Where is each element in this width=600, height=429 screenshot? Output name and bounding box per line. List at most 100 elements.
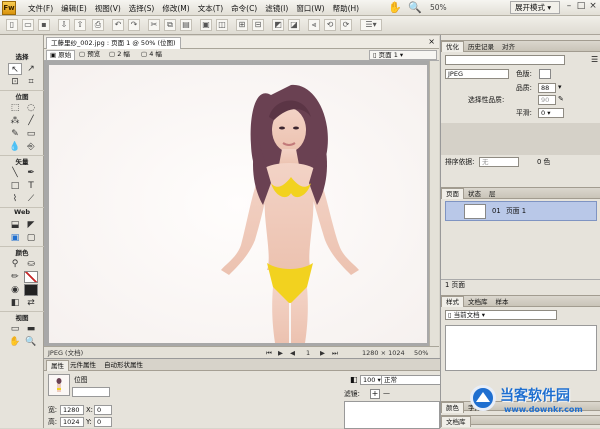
tab-autoshape-properties[interactable]: 自动形状属性 xyxy=(100,360,147,370)
crop-tool-icon[interactable]: ⌗ xyxy=(24,76,38,88)
menu-view[interactable]: 视图(V) xyxy=(91,2,125,15)
blur-tool-icon[interactable]: 💧 xyxy=(8,141,22,153)
tab-history[interactable]: 历史记录 xyxy=(464,42,498,52)
stroke-color-icon[interactable]: ✏ xyxy=(8,271,22,283)
maximize-icon[interactable]: □ xyxy=(576,2,586,12)
sort-select[interactable]: 无 xyxy=(479,157,519,167)
edit-selective-icon[interactable]: ✎ xyxy=(558,95,564,103)
menu-file[interactable]: 文件(F) xyxy=(24,2,57,15)
smoothing-select[interactable]: 0 ▾ xyxy=(538,108,564,118)
menu-help[interactable]: 帮助(H) xyxy=(329,2,364,15)
prev-frame-icon[interactable]: ◀ xyxy=(290,348,295,358)
format-select[interactable]: JPEG xyxy=(445,69,509,79)
view-tab-4up[interactable]: ▢ 4 幅 xyxy=(138,50,165,59)
menu-select[interactable]: 选择(S) xyxy=(125,2,159,15)
zoom-tool-icon[interactable]: 🔍 xyxy=(408,1,422,14)
paint-bucket-icon[interactable]: ⛀ xyxy=(24,258,38,270)
view-tab-preview[interactable]: ▢ 预览 xyxy=(76,50,103,59)
menu-filters[interactable]: 滤镜(I) xyxy=(261,2,292,15)
hand-tool-icon[interactable]: ✋ xyxy=(388,1,402,14)
play-icon[interactable]: ▶ xyxy=(278,348,283,358)
print-icon[interactable]: ⎙ xyxy=(92,19,104,31)
align-left-icon[interactable]: ⫷ xyxy=(308,19,320,31)
height-field[interactable]: 1024 xyxy=(60,417,84,427)
hotspot-tool-icon[interactable]: ⬓ xyxy=(8,219,22,231)
styles-list[interactable] xyxy=(445,325,597,371)
selective-quality-field[interactable]: 90 xyxy=(538,95,556,105)
magic-wand-icon[interactable]: ⁂ xyxy=(8,115,22,127)
ungroup-icon[interactable]: ◫ xyxy=(216,19,228,31)
pen-tool-icon[interactable]: ✒ xyxy=(24,167,38,179)
brush-tool-icon[interactable]: ╱ xyxy=(24,115,38,127)
tab-pages[interactable]: 页面 xyxy=(441,188,464,199)
tab-states[interactable]: 状态 xyxy=(464,189,485,199)
join-icon[interactable]: ⊞ xyxy=(236,19,248,31)
quality-field[interactable]: 88 xyxy=(538,83,556,93)
last-frame-icon[interactable]: ⏭ xyxy=(332,348,338,358)
tab-document-library[interactable]: 文档库 xyxy=(441,416,471,427)
hand-tool-icon-2[interactable]: ✋ xyxy=(8,336,22,348)
scale-tool-icon[interactable]: ⊡ xyxy=(8,76,22,88)
remove-filter-button[interactable]: — xyxy=(383,389,390,397)
width-field[interactable]: 1280 xyxy=(60,405,84,415)
menu-window[interactable]: 窗口(W) xyxy=(292,2,328,15)
close-icon[interactable]: × xyxy=(588,2,598,12)
view-tab-original[interactable]: ▣ 原始 xyxy=(46,50,76,61)
slice-tool-icon[interactable]: ◤ xyxy=(24,219,38,231)
status-zoom[interactable]: 50% xyxy=(414,348,428,358)
send-back-icon[interactable]: ◪ xyxy=(288,19,300,31)
add-filter-button[interactable]: + xyxy=(370,389,380,399)
stamp-tool-icon[interactable]: ⎆ xyxy=(24,141,38,153)
page-select[interactable]: ▯ 页面 1 ▾ xyxy=(369,50,437,60)
vertical-scrollbar[interactable] xyxy=(429,61,439,346)
layout-mode-select[interactable]: 展开模式 ▾ xyxy=(510,1,560,14)
menu-modify[interactable]: 修改(M) xyxy=(158,2,193,15)
preset-select[interactable] xyxy=(445,55,565,65)
rectangle-tool-icon[interactable]: □ xyxy=(8,180,22,192)
menu-edit[interactable]: 编辑(E) xyxy=(57,2,91,15)
default-colors-icon[interactable]: ◧ xyxy=(8,297,22,309)
fill-swatch[interactable] xyxy=(24,284,38,296)
doc-close-icon[interactable]: × xyxy=(428,37,435,46)
tab-align[interactable]: 对齐 xyxy=(498,42,519,52)
cut-icon[interactable]: ✂ xyxy=(148,19,160,31)
view-tab-2up[interactable]: ▢ 2 幅 xyxy=(106,50,133,59)
save-icon[interactable]: ▪ xyxy=(38,19,50,31)
menu-text[interactable]: 文本(T) xyxy=(194,2,227,15)
subselect-tool-icon[interactable]: ↗ xyxy=(24,63,38,75)
tab-doc-library[interactable]: 文档库 xyxy=(464,297,492,307)
fullscreen-menu-icon[interactable]: ▬ xyxy=(24,323,38,335)
eyedropper-tool-icon[interactable]: ⚲ xyxy=(8,258,22,270)
swap-colors-icon[interactable]: ⇄ xyxy=(24,297,38,309)
text-tool-icon[interactable]: T xyxy=(24,180,38,192)
quality-dropdown-icon[interactable]: ▾ xyxy=(558,83,562,91)
tab-symbol-properties[interactable]: 元件属性 xyxy=(66,360,100,370)
eraser-tool-icon[interactable]: ▭ xyxy=(24,128,38,140)
marquee-tool-icon[interactable]: ⬚ xyxy=(8,102,22,114)
styles-source-select[interactable]: ▯ 当前文档 ▾ xyxy=(445,310,557,320)
lasso-tool-icon[interactable]: ◌ xyxy=(24,102,38,114)
fill-color-icon[interactable]: ◉ xyxy=(8,284,22,296)
tab-styles[interactable]: 样式 xyxy=(441,296,464,307)
page-item[interactable]: 01 页面 1 xyxy=(445,201,597,221)
import-icon[interactable]: ⇩ xyxy=(58,19,70,31)
rotate-ccw-icon[interactable]: ⟲ xyxy=(324,19,336,31)
rotate-cw-icon[interactable]: ⟳ xyxy=(340,19,352,31)
hide-slices-icon[interactable]: ▣ xyxy=(8,232,22,244)
redo-icon[interactable]: ↷ xyxy=(128,19,140,31)
split-icon[interactable]: ⊟ xyxy=(252,19,264,31)
tab-layers[interactable]: 层 xyxy=(485,189,500,199)
y-field[interactable]: 0 xyxy=(94,417,112,427)
align-dropdown-icon[interactable]: ☰▾ xyxy=(360,19,382,31)
x-field[interactable]: 0 xyxy=(94,405,112,415)
filters-list[interactable] xyxy=(344,401,440,429)
stroke-swatch[interactable] xyxy=(24,271,38,283)
standard-screen-icon[interactable]: ▭ xyxy=(8,323,22,335)
object-name-field[interactable] xyxy=(72,387,110,397)
menu-commands[interactable]: 命令(C) xyxy=(227,2,261,15)
tab-swatches[interactable]: 样本 xyxy=(492,297,513,307)
group-icon[interactable]: ▣ xyxy=(200,19,212,31)
paste-icon[interactable]: ▤ xyxy=(180,19,192,31)
open-file-icon[interactable]: ▭ xyxy=(22,19,34,31)
export-icon[interactable]: ⇧ xyxy=(74,19,86,31)
